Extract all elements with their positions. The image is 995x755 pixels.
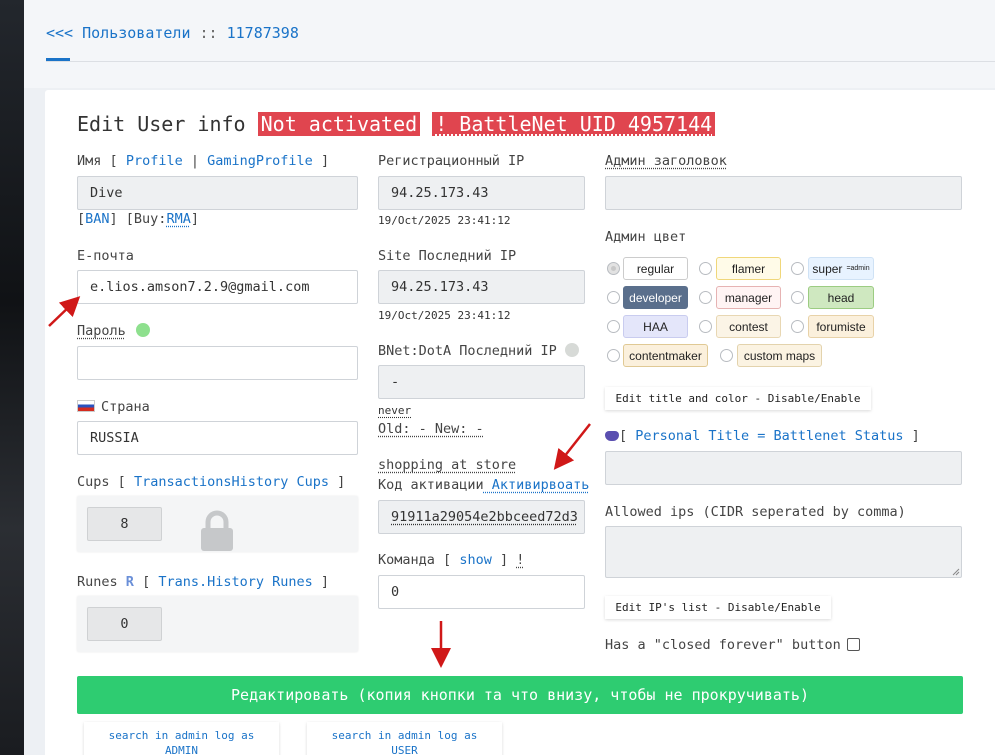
arrow-to-email xyxy=(48,296,81,327)
arrow-to-activation xyxy=(553,423,591,470)
annotation-arrows xyxy=(48,296,591,668)
